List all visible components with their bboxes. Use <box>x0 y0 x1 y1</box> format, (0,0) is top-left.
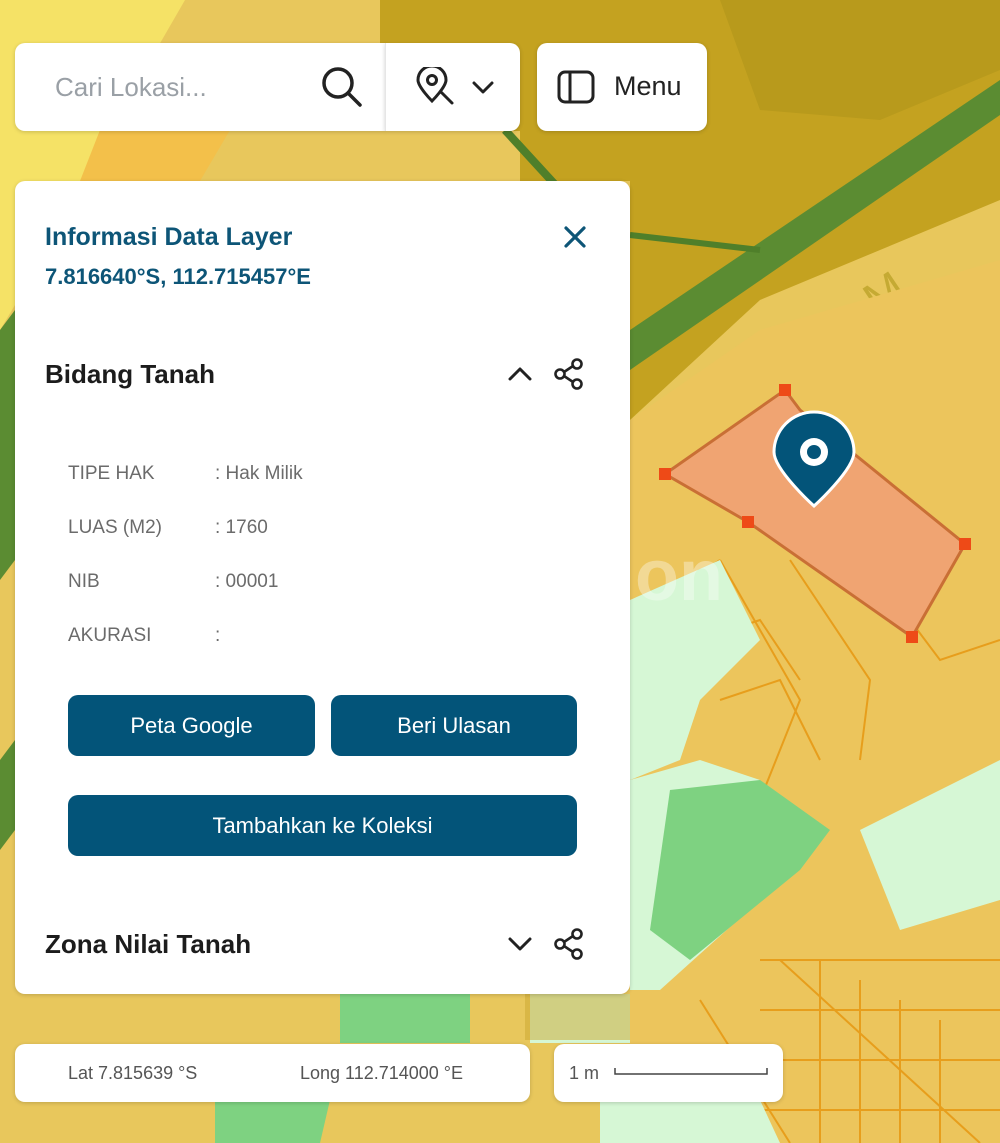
map-zone-olive-3 <box>525 994 630 1040</box>
review-button[interactable]: Beri Ulasan <box>331 695 577 756</box>
row-value-luas: : 1760 <box>215 517 268 538</box>
map-zone-light-green-5 <box>600 1100 780 1143</box>
share-icon[interactable] <box>551 356 587 392</box>
google-map-button[interactable]: Peta Google <box>68 695 315 756</box>
search-input[interactable] <box>55 67 315 107</box>
panel-title: Informasi Data Layer <box>45 223 293 251</box>
coordinate-bar: Lat 7.815639 °S Long 112.714000 °E <box>15 1044 530 1102</box>
section-title-zona-nilai-tanah[interactable]: Zona Nilai Tanah <box>45 929 251 960</box>
map-watermark: on <box>635 536 723 616</box>
row-value-tipe-hak: : Hak Milik <box>215 463 303 484</box>
chevron-down-icon[interactable] <box>502 926 538 962</box>
search-icon[interactable] <box>320 65 364 109</box>
add-collection-button[interactable]: Tambahkan ke Koleksi <box>68 795 577 856</box>
share-icon[interactable] <box>551 926 587 962</box>
chevron-down-icon <box>472 81 494 94</box>
panel-coordinates: 7.816640°S, 112.715457°E <box>45 264 311 289</box>
row-value-akurasi: : <box>215 625 221 646</box>
close-icon[interactable] <box>557 219 593 255</box>
cursor-longitude: Long 112.714000 °E <box>300 1063 464 1083</box>
row-value-nib: : 00001 <box>215 571 279 592</box>
row-label-tipe-hak: TIPE HAK <box>68 463 155 484</box>
sidebar-panel-icon <box>557 70 595 104</box>
scale-label: 1 m <box>569 1063 600 1083</box>
map-zone-green-2 <box>340 994 470 1043</box>
row-label-luas: LUAS (M2) <box>68 517 162 538</box>
map-road-left <box>0 310 15 580</box>
section-title-bidang-tanah[interactable]: Bidang Tanah <box>45 359 215 390</box>
scale-line <box>614 1068 768 1075</box>
map-zone-green-3 <box>215 1100 330 1143</box>
row-label-akurasi: AKURASI <box>68 625 152 646</box>
scale-indicator: 1 m <box>554 1044 783 1102</box>
search-bar <box>15 43 385 131</box>
menu-label: Menu <box>614 71 682 101</box>
row-label-nib: NIB <box>68 571 100 592</box>
menu-button[interactable]: Menu <box>537 43 707 131</box>
locate-pin-icon <box>416 67 454 105</box>
info-panel: Informasi Data Layer 7.816640°S, 112.715… <box>15 181 630 994</box>
chevron-up-icon[interactable] <box>502 356 538 392</box>
cursor-latitude: Lat 7.815639 °S <box>68 1063 198 1083</box>
locate-dropdown[interactable] <box>385 43 520 131</box>
